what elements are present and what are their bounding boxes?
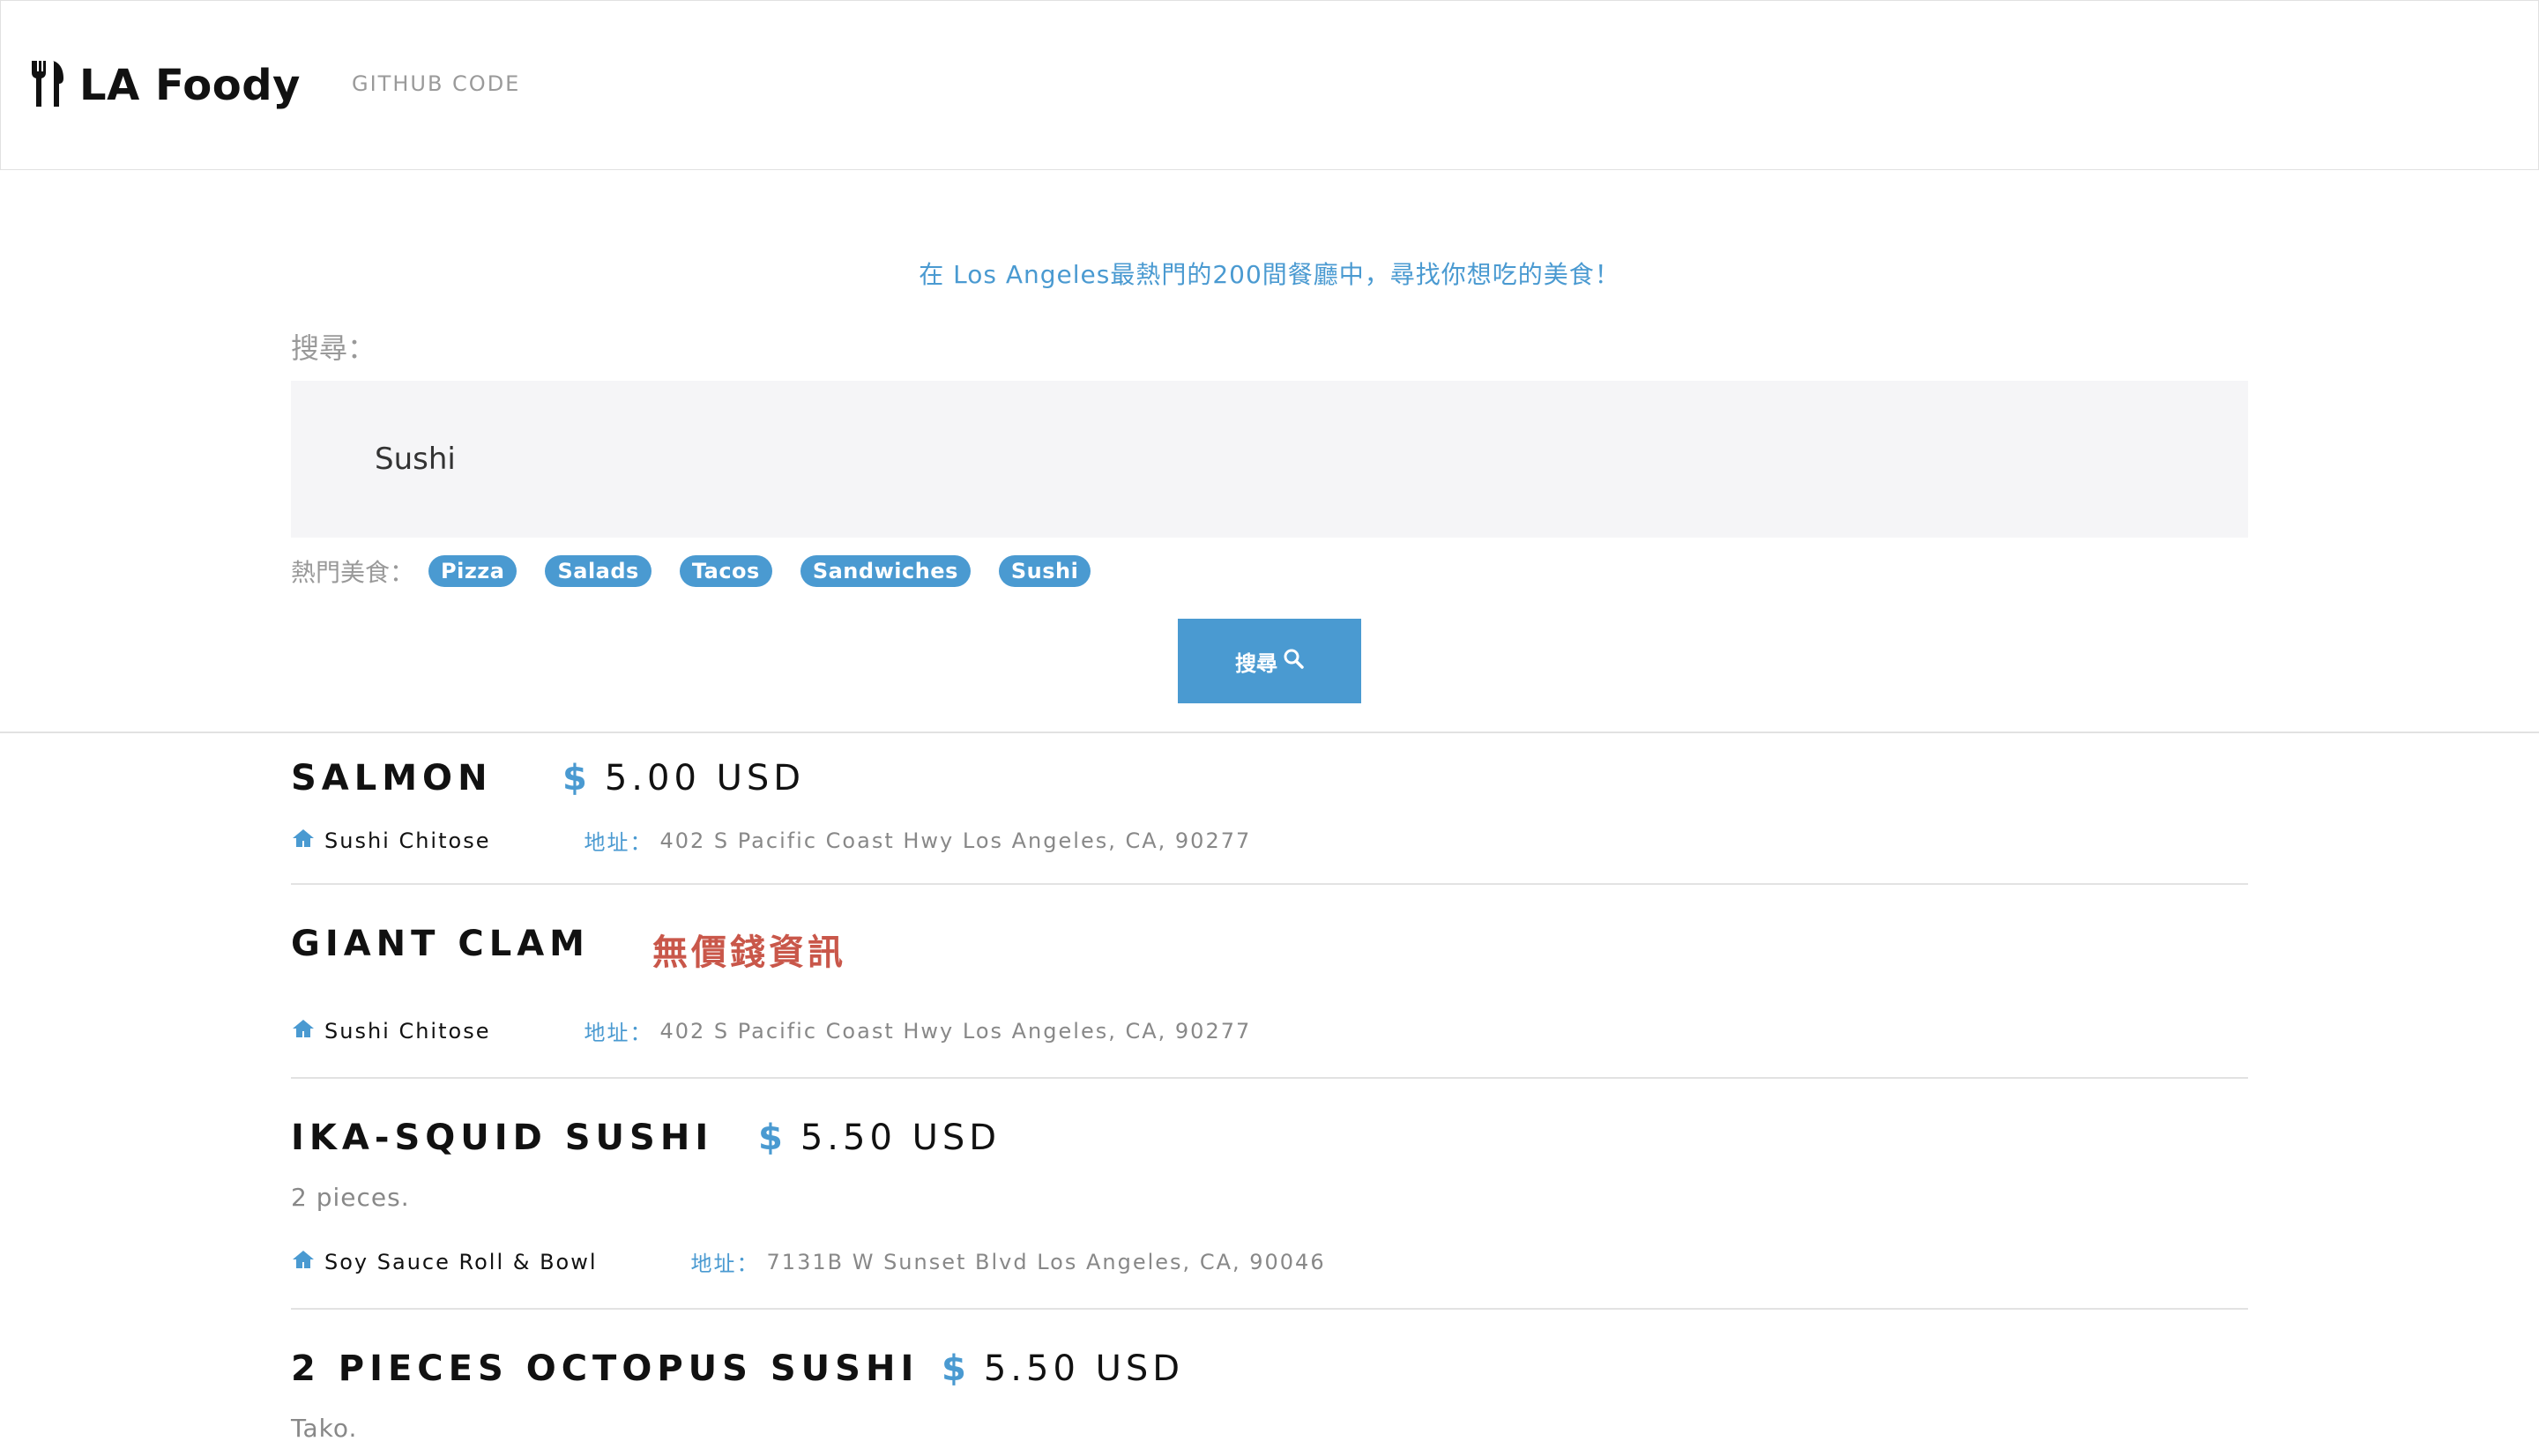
item-meta: Sushi Chitose 地址： 402 S Pacific Coast Hw… <box>291 825 1251 856</box>
item-description: Tako. <box>291 1414 358 1443</box>
item-price-value: 5.00 USD <box>604 758 806 799</box>
address-value: 402 S Pacific Coast Hwy Los Angeles, CA,… <box>659 828 1252 853</box>
item-name: SALMON <box>291 758 493 799</box>
home-icon <box>291 1249 324 1275</box>
item-price: $ 5.50 USD <box>942 1348 1184 1389</box>
search-label: 搜尋： <box>291 331 376 365</box>
item-name: GIANT CLAM <box>291 924 590 964</box>
item-divider <box>291 883 2248 885</box>
item-meta: Sushi Chitose 地址： 402 S Pacific Coast Hw… <box>291 1015 1251 1046</box>
item-divider <box>291 1077 2248 1079</box>
item-price-value: 5.50 USD <box>983 1348 1185 1389</box>
address-label: 地址： <box>584 1021 653 1045</box>
item-description: 2 pieces. <box>291 1183 410 1212</box>
search-input[interactable] <box>291 381 2248 538</box>
address-label: 地址： <box>584 830 653 855</box>
search-button-label: 搜尋 <box>1235 650 1277 676</box>
address-value: 7131B W Sunset Blvd Los Angeles, CA, 900… <box>766 1249 1326 1274</box>
item-price-value: 5.50 USD <box>800 1118 1001 1158</box>
fork-knife-icon <box>30 61 65 110</box>
item-price: $ 5.50 USD <box>758 1118 1001 1158</box>
tagline: 在 Los Angeles最熱門的200間餐廳中，尋找你想吃的美食！ <box>919 260 1620 289</box>
github-code-link[interactable]: GITHUB CODE <box>352 71 520 96</box>
tag-salads[interactable]: Salads <box>545 555 652 587</box>
tag-pizza[interactable]: Pizza <box>428 555 517 587</box>
search-icon <box>1283 648 1304 674</box>
section-divider <box>0 732 2539 733</box>
hot-foods-row: 熱門美食： Pizza Salads Tacos Sandwiches Sush… <box>291 553 1119 589</box>
tag-sushi[interactable]: Sushi <box>998 555 1091 587</box>
item-meta: Soy Sauce Roll & Bowl 地址： 7131B W Sunset… <box>291 1246 1326 1277</box>
no-price-notice: 無價錢資訊 <box>652 932 846 973</box>
item-name: IKA-SQUID SUSHI <box>291 1118 714 1158</box>
hot-foods-label: 熱門美食： <box>291 558 415 587</box>
restaurant-name[interactable]: Soy Sauce Roll & Bowl <box>324 1250 598 1274</box>
tag-sandwiches[interactable]: Sandwiches <box>800 555 971 587</box>
search-button[interactable]: 搜尋 <box>1178 619 1361 703</box>
item-name: 2 PIECES OCTOPUS SUSHI <box>291 1348 920 1389</box>
home-icon <box>291 828 324 854</box>
dollar-icon: $ <box>758 1118 783 1158</box>
item-price: $ 5.00 USD <box>562 758 805 799</box>
dollar-icon: $ <box>562 758 587 799</box>
brand[interactable]: LA Foody <box>30 61 301 110</box>
brand-name: LA Foody <box>79 61 301 110</box>
address-value: 402 S Pacific Coast Hwy Los Angeles, CA,… <box>659 1018 1252 1044</box>
dollar-icon: $ <box>942 1348 966 1389</box>
item-divider <box>291 1308 2248 1310</box>
restaurant-name[interactable]: Sushi Chitose <box>324 1019 490 1044</box>
address-label: 地址： <box>690 1252 760 1276</box>
restaurant-name[interactable]: Sushi Chitose <box>324 828 490 853</box>
tag-tacos[interactable]: Tacos <box>679 555 772 587</box>
navbar: LA Foody GITHUB CODE <box>0 0 2539 170</box>
home-icon <box>291 1018 324 1044</box>
